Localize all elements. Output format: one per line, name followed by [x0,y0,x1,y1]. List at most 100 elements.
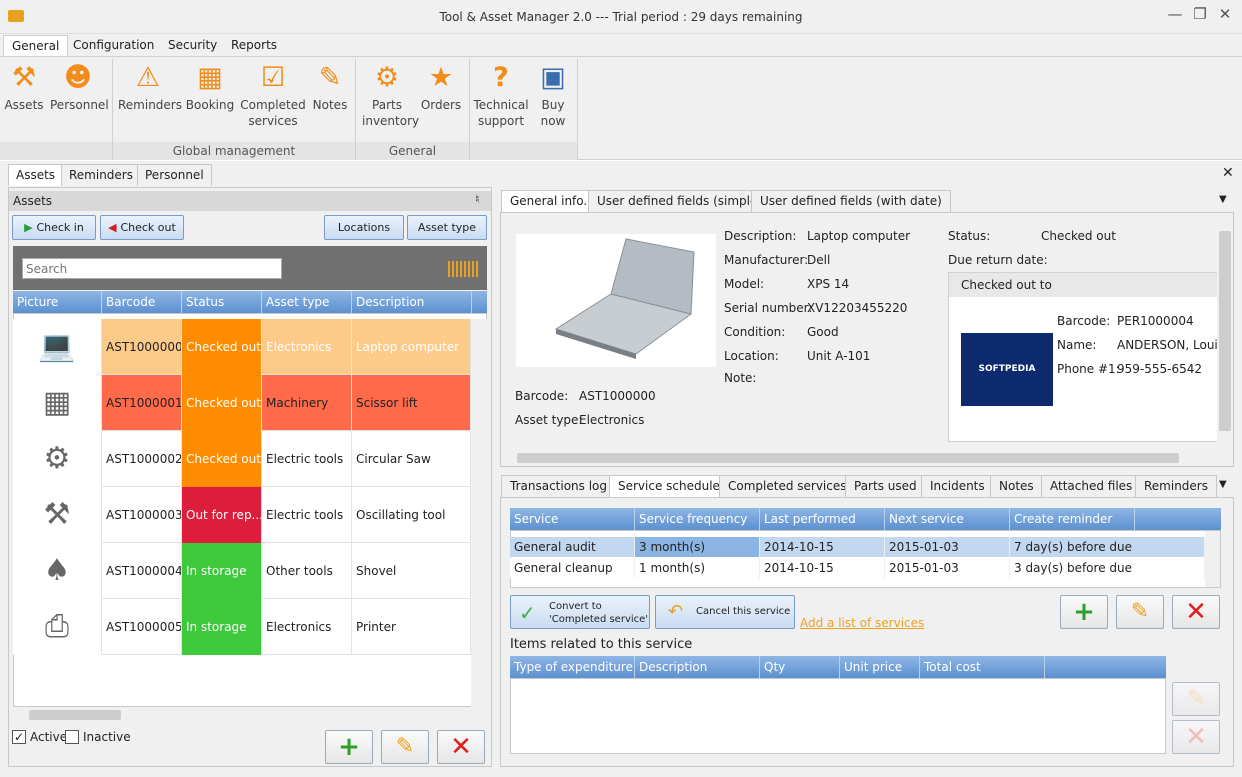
delete-asset-button[interactable]: ✕ [437,730,485,764]
barcode-icon[interactable] [448,261,478,277]
column-last-performed[interactable]: Last performed [760,508,885,530]
ribbon-completed-services-button[interactable]: ☑ Completed services [240,61,306,129]
locations-button[interactable]: Locations [324,215,404,240]
column-picture[interactable]: Picture [13,291,102,313]
service-row[interactable]: General cleanup 1 month(s) 2014-10-15 20… [510,558,1205,578]
model-label: Model: [724,277,765,291]
edit-asset-button[interactable]: ✎ [381,730,429,764]
ribbon-tab-reports[interactable]: Reports [223,35,285,57]
tab-incidents[interactable]: Incidents [921,475,994,497]
asset-type-button[interactable]: Asset type [407,215,487,240]
close-doc-icon[interactable]: ✕ [1222,165,1234,181]
column-create-reminder[interactable]: Create reminder [1010,508,1135,530]
column-qty[interactable]: Qty [760,656,840,678]
pin-icon[interactable]: ♮ [475,192,479,206]
ribbon-buy-now-button[interactable]: ▣ Buy now [534,61,572,129]
tab-completed-services[interactable]: Completed services [719,475,856,497]
inactive-checkbox[interactable] [65,730,79,744]
table-row[interactable]: ⎙ AST1000005 In storage Electronics Printer [13,599,471,655]
edit-service-button[interactable]: ✎ [1116,595,1164,629]
cell-description: Circular Saw [352,431,471,487]
doc-tab-assets[interactable]: Assets [8,164,64,186]
column-barcode[interactable]: Barcode [102,291,182,313]
ribbon-group-general: General [356,142,469,160]
close-button[interactable]: ✕ [1210,0,1240,28]
check-in-icon: ▶ [24,221,37,234]
laptop-picture: 💻 [13,319,102,375]
cancel-service-button[interactable]: ↶ Cancel this service [655,595,795,629]
gears-icon: ⚙ [374,62,400,93]
active-checkbox[interactable]: ✓ [12,730,26,744]
column-description[interactable]: Description [352,291,472,313]
cell-status: Checked out [182,319,262,375]
tab-attached-files[interactable]: Attached files [1041,475,1142,497]
column-service[interactable]: Service [510,508,635,530]
delete-service-button[interactable]: ✕ [1172,595,1220,629]
barcode-value: AST1000000 [579,389,656,403]
column-type-of-expenditure[interactable]: Type of expenditure [510,656,635,678]
tab-user-fields-date[interactable]: User defined fields (with date) [751,190,951,212]
column-status[interactable]: Status [182,291,262,313]
doc-tab-reminders[interactable]: Reminders [61,164,141,186]
delete-item-button[interactable]: ✕ [1172,720,1220,754]
services-grid-header: Service Service frequency Last performed… [510,508,1221,530]
tab-notes[interactable]: Notes [990,475,1043,497]
add-list-of-services-link[interactable]: Add a list of services [800,616,924,630]
tab-parts-used[interactable]: Parts used [845,475,926,497]
service-row[interactable]: General audit 3 month(s) 2014-10-15 2015… [510,537,1205,557]
scroll-thumb[interactable] [29,710,121,720]
person-photo: SOFTPEDIA [961,333,1053,406]
convert-to-completed-button[interactable]: ✓ Convert to 'Completed service' [510,595,650,629]
tab-general-info[interactable]: General info. [501,190,597,212]
service-last: 2014-10-15 [760,537,885,557]
column-total-cost[interactable]: Total cost [920,656,1045,678]
asset-type-value: Electronics [579,413,645,427]
ribbon-booking-button[interactable]: ▦ Booking [184,61,236,113]
assets-panel-header: Assets ♮ [9,191,491,211]
ribbon-assets-button[interactable]: ⚒ Assets [4,61,44,113]
ribbon-notes-button[interactable]: ✎ Notes [310,61,350,113]
ribbon-personnel-button[interactable]: ☻ Personnel [50,61,109,113]
person-barcode-label: Barcode: [1057,314,1111,328]
info-horizontal-scrollbar[interactable] [501,450,1217,466]
ribbon-parts-inventory-button[interactable]: ⚙ Parts inventory [362,61,419,129]
tab-user-fields-simple[interactable]: User defined fields (simple) [588,190,772,212]
column-next-service[interactable]: Next service [885,508,1010,530]
table-row[interactable]: ⚒ AST1000003 Out for rep... Electric tools O… [13,487,471,543]
printer-picture: ⎙ [13,599,102,655]
table-row[interactable]: ⚙ AST1000002 Checked out Electric tools Circ… [13,431,471,487]
search-input[interactable] [22,258,282,279]
table-row[interactable]: 💻 AST1000000 Checked out Electronics Laptop … [13,319,471,375]
column-unit-price[interactable]: Unit price [840,656,920,678]
services-scrollbar[interactable] [1205,531,1220,587]
ribbon-reminders-button[interactable]: ⚠ Reminders [118,61,182,113]
table-row[interactable]: ♠ AST1000004 In storage Other tools Shovel [13,543,471,599]
cell-barcode: AST1000005 [102,599,182,655]
location-value: Unit A-101 [807,349,871,363]
cell-status: In storage [182,599,262,655]
edit-item-button[interactable]: ✎ [1172,682,1220,716]
service-tabs-dropdown-icon[interactable]: ▼ [1219,479,1227,490]
horizontal-scrollbar[interactable] [13,707,487,723]
ribbon-tab-security[interactable]: Security [160,35,225,57]
ribbon-tab-general[interactable]: General [3,35,69,57]
ribbon-orders-button[interactable]: ★ Orders [418,61,464,113]
doc-tab-personnel[interactable]: Personnel [137,164,212,186]
table-row[interactable]: ▦ AST1000001 Checked out Machinery Scissor l… [13,375,471,431]
column-asset-type[interactable]: Asset type [262,291,352,313]
column-frequency[interactable]: Service frequency [635,508,760,530]
check-out-button[interactable]: ◀ Check out [100,215,184,240]
add-asset-button[interactable]: + [325,730,373,764]
tab-service-schedule[interactable]: Service schedule [609,475,729,497]
column-item-description[interactable]: Description [635,656,760,678]
tab-transactions-log[interactable]: Transactions log [501,475,617,497]
ribbon-technical-support-button[interactable]: ? Technical support [472,61,530,129]
check-in-button[interactable]: ▶ Check in [12,215,96,240]
info-vertical-scrollbar[interactable] [1217,213,1233,450]
cell-description: Laptop computer [352,319,471,375]
tabs-dropdown-icon[interactable]: ▼ [1219,194,1227,205]
add-service-button[interactable]: + [1060,595,1108,629]
tab-reminders[interactable]: Reminders [1135,475,1217,497]
ribbon-tab-configuration[interactable]: Configuration [65,35,162,57]
vertical-scrollbar[interactable] [471,319,487,707]
